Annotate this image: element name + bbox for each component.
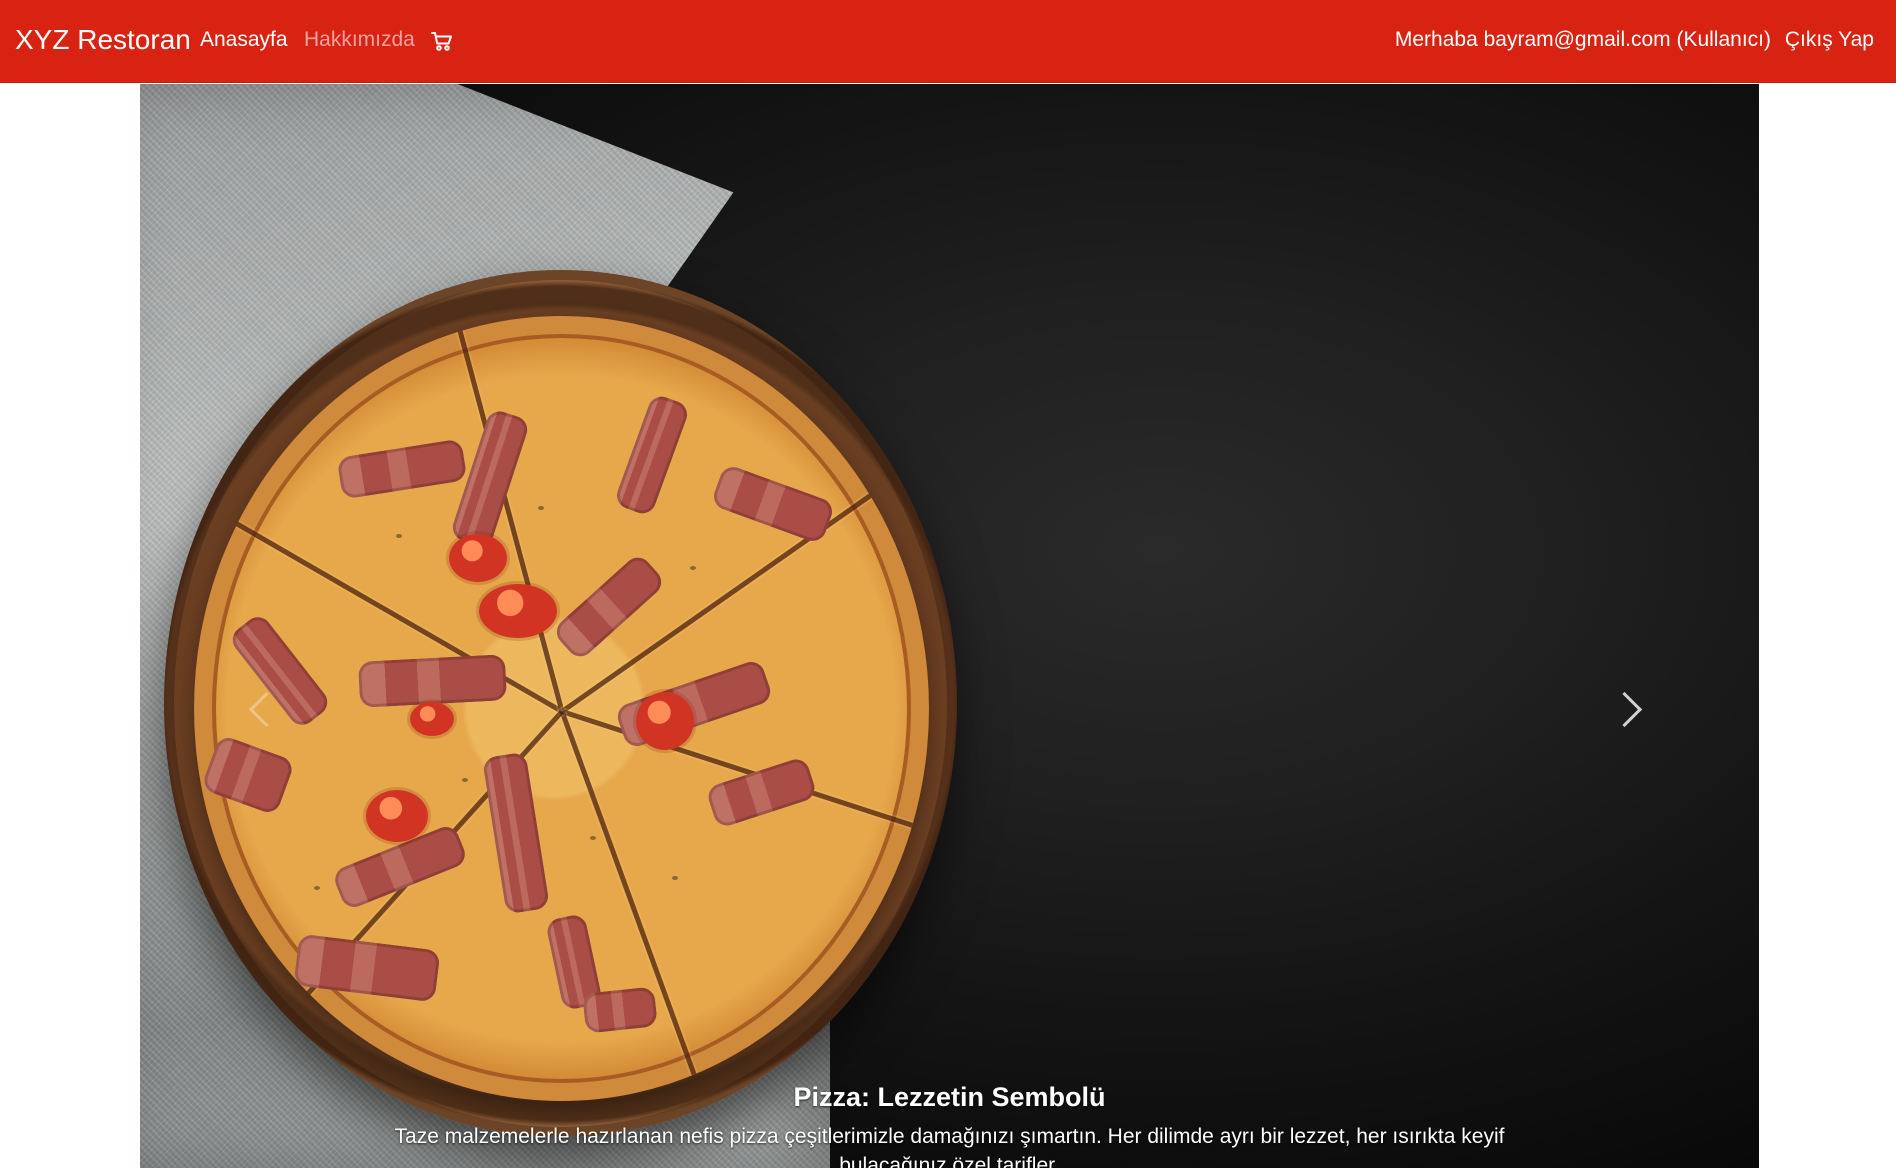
bacon-topping: [710, 463, 836, 545]
brand-link[interactable]: XYZ Restoran: [15, 22, 191, 58]
bacon-topping: [704, 755, 819, 830]
user-greeting: Merhaba bayram@gmail.com (Kullanıcı): [1394, 28, 1771, 51]
shopping-cart-icon[interactable]: [430, 29, 454, 53]
pizza-slice-cut: [559, 710, 711, 1101]
carousel-previous-button[interactable]: [230, 681, 290, 741]
top-navigation-bar: XYZ Restoran Anasayfa Hakkımızda Merhaba…: [0, 0, 1896, 83]
hero-carousel: Pizza: Lezzetin Sembolü Taze malzemelerl…: [140, 84, 1759, 1168]
carousel-caption-text: Taze malzemelerle hazırlanan nefis pizza…: [394, 1125, 1505, 1168]
bacon-topping: [200, 734, 296, 816]
herb-topping: [672, 876, 678, 880]
bacon-topping: [293, 933, 441, 1003]
herb-topping: [538, 506, 544, 510]
herb-topping: [590, 836, 596, 840]
carousel-caption-title: Pizza: Lezzetin Sembolü: [793, 1082, 1106, 1112]
herb-topping: [690, 566, 696, 570]
tomato-topping: [479, 584, 557, 638]
bacon-topping: [336, 438, 468, 500]
herb-topping: [462, 778, 468, 782]
tomato-topping: [636, 692, 694, 750]
shopping-cart-icon-svg: [431, 32, 452, 51]
bacon-topping: [582, 986, 658, 1034]
carousel-caption: Pizza: Lezzetin Sembolü Taze malzemelerl…: [350, 1080, 1549, 1168]
pizza-image: [194, 316, 929, 1101]
tomato-topping: [366, 790, 428, 842]
pizza-slide-image: [140, 84, 1759, 1168]
nav-link-home[interactable]: Anasayfa: [200, 26, 288, 54]
bacon-topping: [481, 751, 551, 915]
chevron-right-icon: [1606, 691, 1643, 728]
bacon-topping: [449, 407, 531, 550]
herb-topping: [314, 886, 320, 890]
nav-link-about[interactable]: Hakkımızda: [304, 26, 415, 54]
logout-link[interactable]: Çıkış Yap: [1785, 26, 1874, 54]
tomato-topping: [449, 534, 507, 582]
carousel-next-button[interactable]: [1602, 681, 1662, 741]
bacon-topping: [613, 392, 691, 518]
bacon-topping: [614, 658, 774, 750]
herb-topping: [396, 534, 402, 538]
tomato-topping: [410, 702, 454, 736]
bacon-topping: [357, 654, 508, 708]
chevron-left-icon: [248, 691, 285, 728]
